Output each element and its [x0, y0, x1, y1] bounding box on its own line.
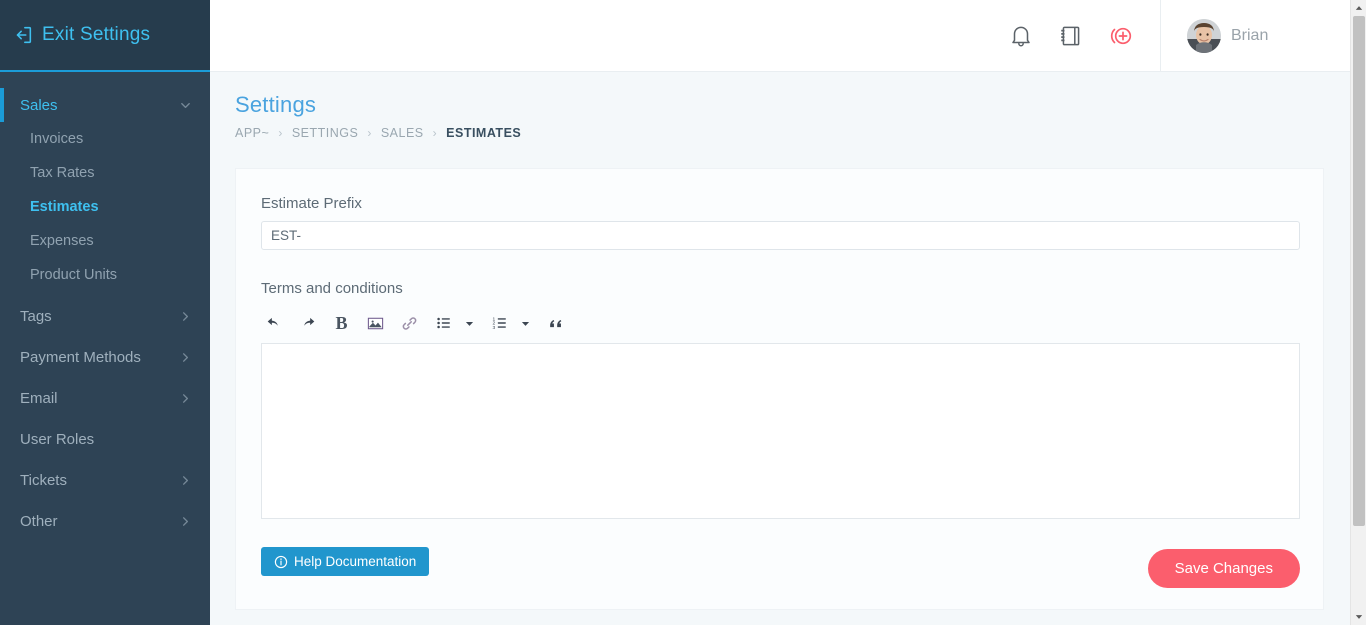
sidebar-item-email[interactable]: Email — [0, 381, 210, 415]
field-spacer — [261, 250, 1298, 280]
blockquote-icon[interactable] — [543, 310, 568, 336]
user-menu[interactable]: Brian — [1160, 0, 1350, 72]
chevron-right-icon — [179, 310, 192, 323]
sidebar-item-tags[interactable]: Tags — [0, 299, 210, 333]
bullet-list-caret-icon[interactable] — [461, 310, 477, 336]
page-scrollbar[interactable] — [1350, 0, 1366, 625]
exit-arrow-icon — [12, 24, 34, 46]
terms-and-conditions-editor[interactable] — [261, 343, 1300, 519]
exit-settings-button[interactable]: Exit Settings — [0, 0, 210, 72]
breadcrumb-item-estimates: ESTIMATES — [446, 126, 522, 140]
help-documentation-label: Help Documentation — [294, 554, 417, 569]
chevron-right-icon — [179, 474, 192, 487]
sidebar-item-tickets-label: Tickets — [20, 471, 67, 489]
sidebar-item-tax-rates-label: Tax Rates — [30, 165, 95, 181]
sidebar-item-product-units[interactable]: Product Units — [0, 258, 210, 292]
main-content: Settings APP~ › SETTINGS › SALES › ESTIM… — [210, 72, 1350, 625]
chevron-down-icon — [179, 99, 192, 112]
top-bar-icons — [1008, 23, 1160, 49]
exit-settings-label: Exit Settings — [42, 24, 151, 45]
card-inner: Estimate Prefix Terms and conditions — [236, 169, 1323, 588]
insert-image-icon[interactable] — [363, 310, 388, 336]
sidebar-item-estimates-label: Estimates — [30, 199, 99, 215]
numbered-list-caret-icon[interactable] — [517, 310, 533, 336]
bullet-list-icon[interactable] — [431, 310, 456, 336]
breadcrumb-item-settings[interactable]: SETTINGS — [292, 126, 359, 140]
estimates-settings-card: Estimate Prefix Terms and conditions — [235, 168, 1324, 610]
breadcrumb: APP~ › SETTINGS › SALES › ESTIMATES — [210, 118, 1350, 140]
sidebar-item-tax-rates[interactable]: Tax Rates — [0, 156, 210, 190]
breadcrumb-separator-icon: › — [432, 126, 438, 140]
terms-and-conditions-label: Terms and conditions — [261, 280, 403, 297]
sidebar-item-product-units-label: Product Units — [30, 267, 118, 283]
sidebar-item-other[interactable]: Other — [0, 504, 210, 538]
top-bar: Brian — [210, 0, 1350, 72]
sidebar-item-invoices[interactable]: Invoices — [0, 122, 210, 156]
breadcrumb-item-sales[interactable]: SALES — [381, 126, 424, 140]
sidebar-item-invoices-label: Invoices — [30, 131, 84, 147]
user-avatar — [1187, 18, 1221, 53]
rich-text-toolbar: B 1 2 3 — [261, 306, 1298, 340]
breadcrumb-separator-icon: › — [278, 126, 283, 140]
settings-sidebar: Exit Settings Sales Invoices Tax Rates E… — [0, 0, 210, 625]
help-documentation-button[interactable]: Help Documentation — [261, 547, 430, 576]
sidebar-item-user-roles[interactable]: User Roles — [0, 422, 210, 456]
sidebar-item-expenses[interactable]: Expenses — [0, 224, 210, 258]
undo-icon[interactable] — [261, 310, 286, 336]
app-root: Exit Settings Sales Invoices Tax Rates E… — [0, 0, 1366, 625]
estimate-prefix-label: Estimate Prefix — [261, 195, 362, 212]
settings-nav: Sales Invoices Tax Rates Estimates Expen… — [0, 72, 210, 538]
quick-add-circle-plus-icon[interactable] — [1108, 23, 1134, 49]
chevron-right-icon — [179, 515, 192, 528]
notifications-bell-icon[interactable] — [1008, 23, 1034, 49]
sidebar-item-tags-label: Tags — [20, 307, 52, 325]
chevron-right-icon — [179, 392, 192, 405]
user-name-label: Brian — [1231, 26, 1269, 44]
sidebar-item-payment-methods-label: Payment Methods — [20, 348, 141, 366]
page-title: Settings — [235, 92, 317, 117]
scroll-down-arrow-icon[interactable] — [1351, 609, 1366, 625]
sidebar-item-expenses-label: Expenses — [30, 233, 94, 249]
card-button-row: Help Documentation Save Changes — [261, 535, 1300, 588]
sidebar-item-estimates[interactable]: Estimates — [0, 190, 210, 224]
redo-icon[interactable] — [295, 310, 320, 336]
sidebar-item-other-label: Other — [20, 512, 58, 530]
scroll-thumb[interactable] — [1353, 16, 1365, 526]
sidebar-item-email-label: Email — [20, 389, 58, 407]
sidebar-item-sales-label: Sales — [20, 96, 58, 114]
info-circle-icon — [274, 555, 288, 569]
sidebar-item-payment-methods[interactable]: Payment Methods — [0, 340, 210, 374]
insert-link-icon[interactable] — [397, 310, 422, 336]
scroll-up-arrow-icon[interactable] — [1351, 0, 1366, 16]
save-changes-button[interactable]: Save Changes — [1147, 549, 1300, 588]
sidebar-item-tickets[interactable]: Tickets — [0, 463, 210, 497]
numbered-list-icon[interactable]: 1 2 3 — [487, 310, 512, 336]
breadcrumb-item-app[interactable]: APP~ — [235, 126, 269, 140]
breadcrumb-separator-icon: › — [367, 126, 372, 140]
bold-icon[interactable]: B — [329, 310, 354, 336]
chevron-right-icon — [179, 351, 192, 364]
notebook-icon[interactable] — [1058, 23, 1084, 49]
estimate-prefix-input[interactable] — [261, 221, 1300, 250]
sidebar-item-user-roles-label: User Roles — [20, 430, 95, 448]
sidebar-item-sales[interactable]: Sales — [0, 88, 210, 122]
svg-text:3: 3 — [492, 325, 495, 331]
